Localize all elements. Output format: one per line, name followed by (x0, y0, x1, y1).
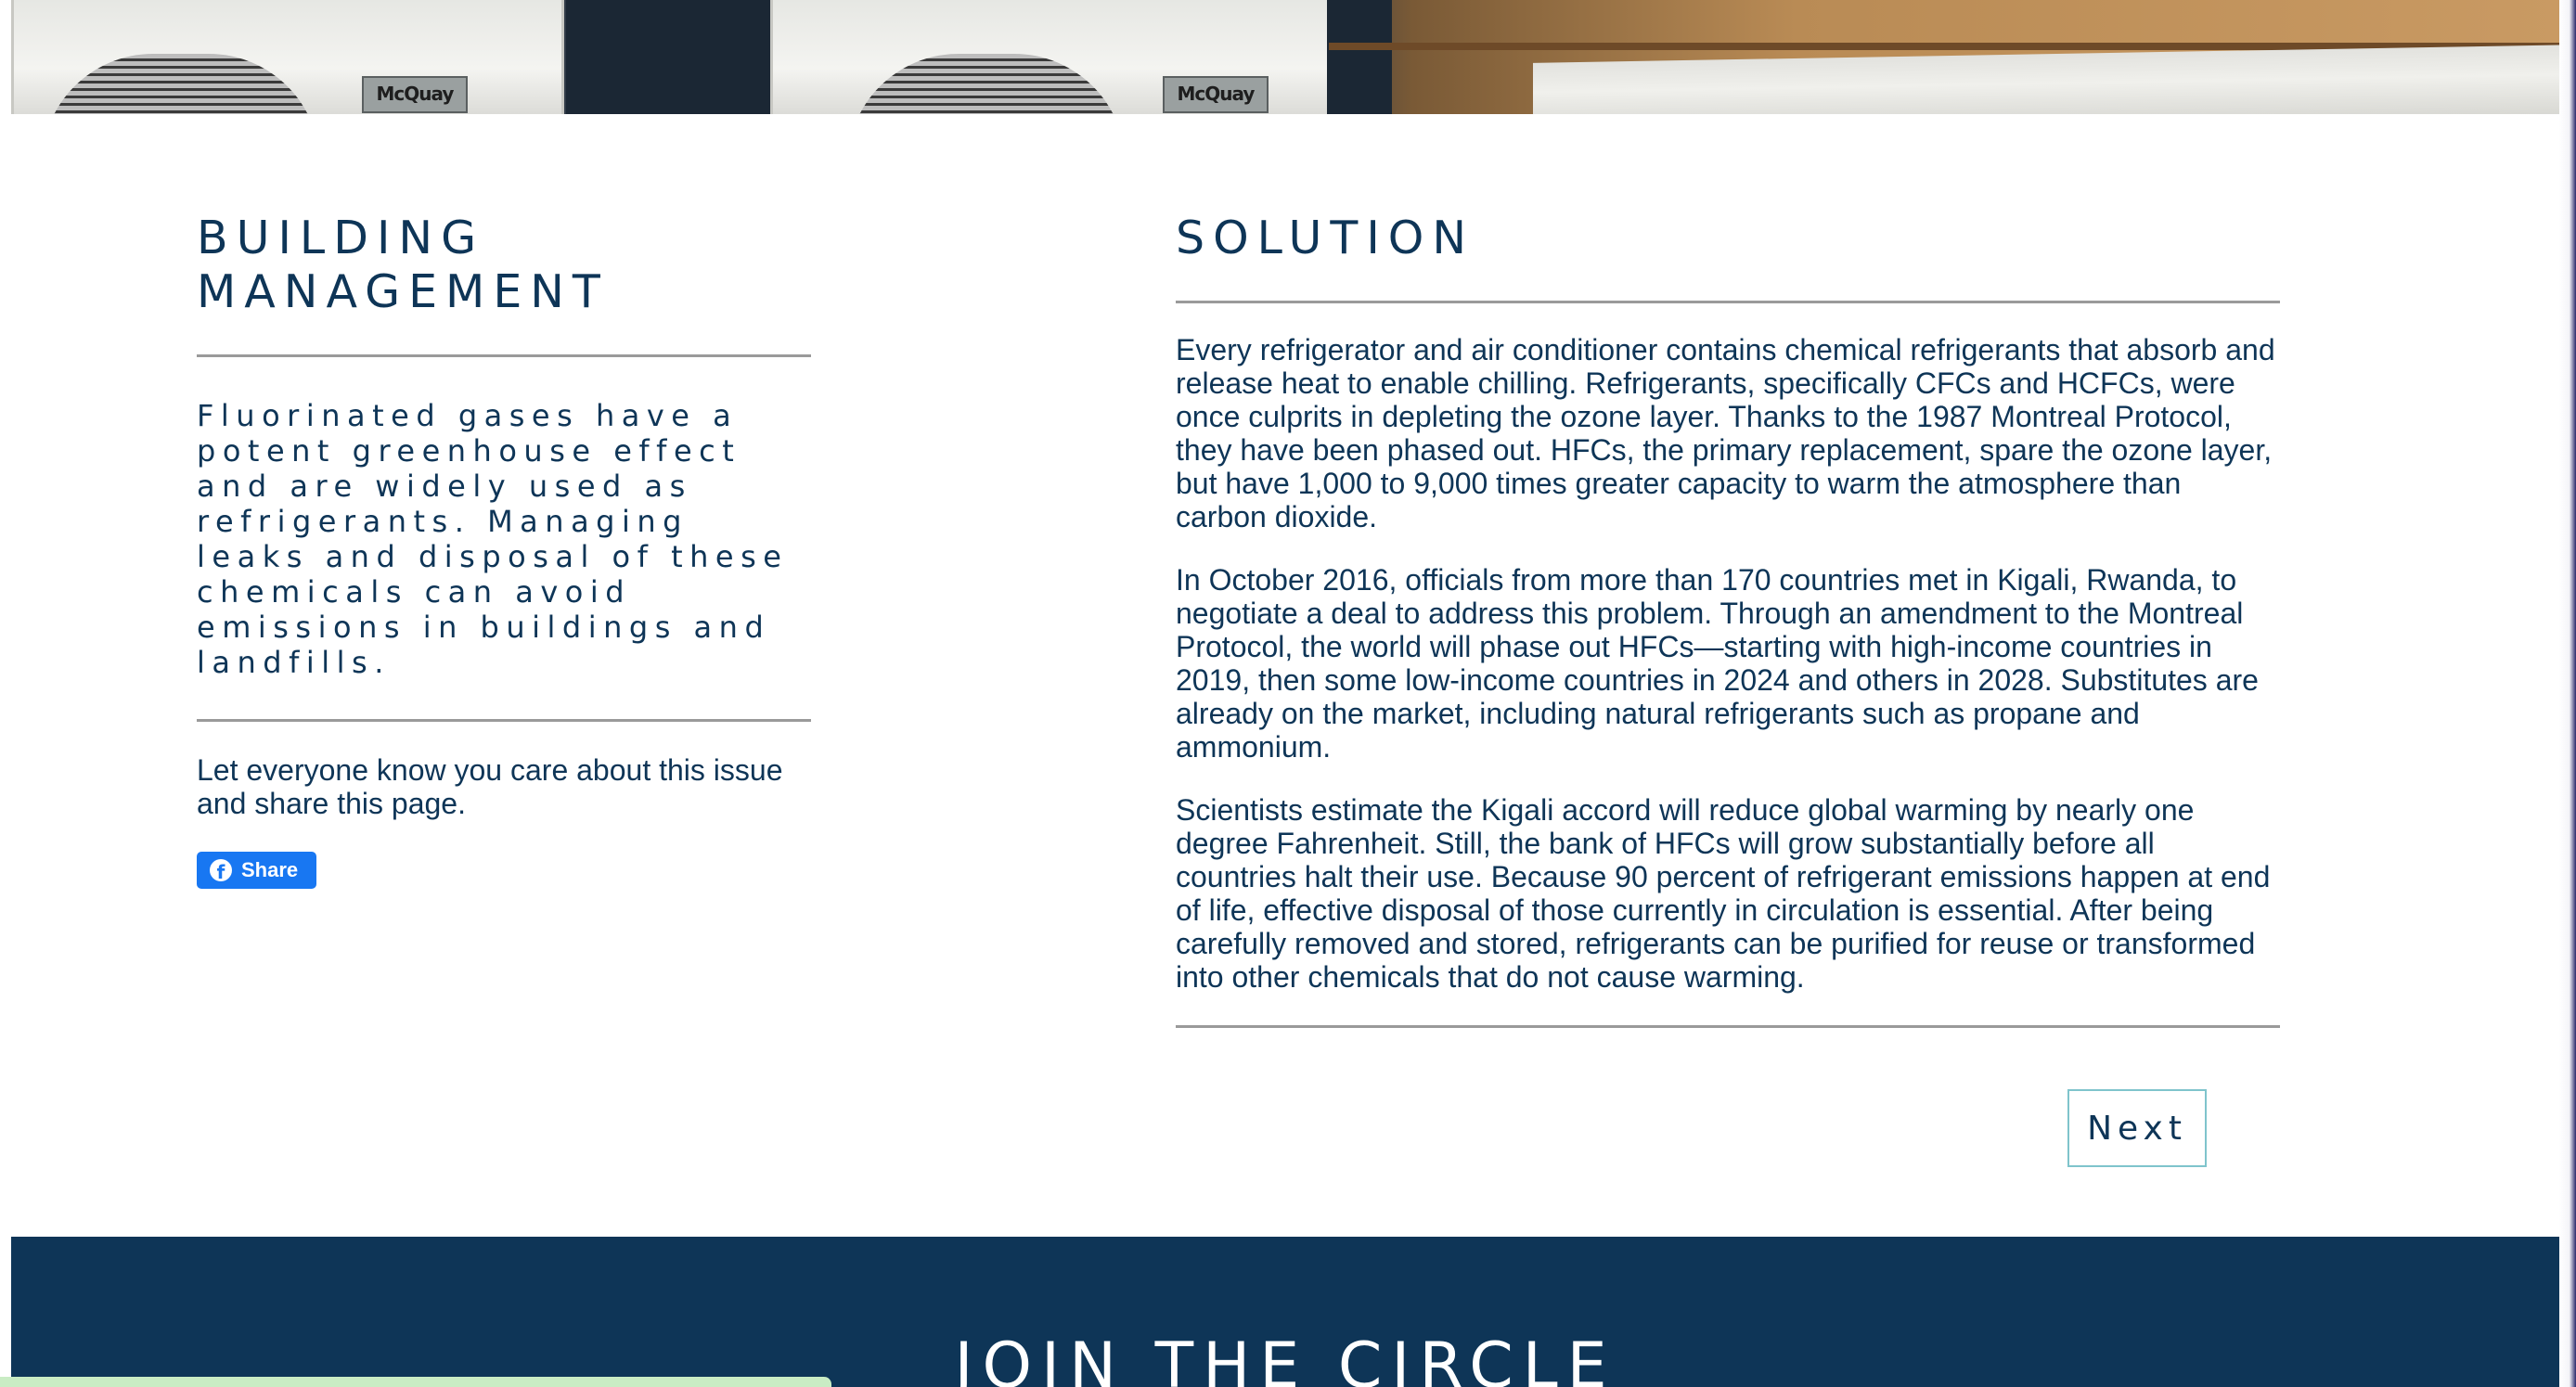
ac-unit-image: McQuay (770, 0, 1333, 114)
divider (1176, 301, 2280, 303)
page: McQuay McQuay BUILDING MANAGEMENT Fluori… (0, 0, 2576, 1387)
solution-body: Every refrigerator and air conditioner c… (1176, 333, 2280, 994)
title-line: MANAGEMENT (197, 265, 609, 318)
divider (1176, 1025, 2280, 1028)
share-prompt: Let everyone know you care about this is… (197, 753, 783, 820)
next-button[interactable]: Next (2067, 1089, 2207, 1167)
hero-image: McQuay McQuay (11, 0, 2559, 114)
fan-grille (42, 54, 320, 114)
paragraph: In October 2016, officials from more tha… (1176, 563, 2259, 764)
facebook-icon: f (210, 859, 232, 881)
brand-plate: McQuay (1163, 76, 1269, 113)
share-button-label: Share (241, 858, 299, 881)
divider (197, 719, 811, 722)
frame-beam (566, 0, 770, 114)
paragraph: Every refrigerator and air conditioner c… (1176, 333, 2275, 533)
window-edge (2559, 0, 2576, 1387)
solution-title: SOLUTION (1176, 212, 1475, 264)
brand-plate: McQuay (362, 76, 468, 113)
title-line: BUILDING (197, 212, 485, 264)
paragraph: Scientists estimate the Kigali accord wi… (1176, 793, 2271, 994)
divider (197, 354, 811, 357)
bottom-banner[interactable] (0, 1377, 831, 1387)
ac-unit-image: McQuay (11, 0, 564, 114)
intro-text: Fluorinated gases have a potent greenhou… (197, 398, 789, 680)
facebook-share-button[interactable]: f Share (197, 852, 317, 889)
fan-grille (847, 54, 1126, 114)
white-panel (1533, 45, 2559, 114)
join-section: JOIN THE CIRCLE (11, 1237, 2559, 1387)
intro-column: BUILDING MANAGEMENT Fluorinated gases ha… (197, 212, 811, 889)
section-title: BUILDING MANAGEMENT (197, 212, 811, 319)
frame-beam (1327, 0, 1392, 114)
solution-column: SOLUTION Every refrigerator and air cond… (1176, 212, 2280, 1028)
